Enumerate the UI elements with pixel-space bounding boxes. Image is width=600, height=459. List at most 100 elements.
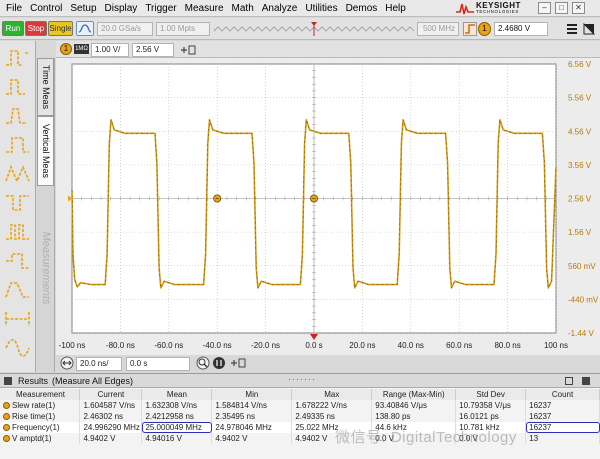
- waveform-display[interactable]: 6.56 V 5.56 V 4.56 V 3.56 V 2.56 V 1.56 V 560 …: [56, 58, 600, 355]
- waveform-shortcut-icon: [5, 282, 29, 298]
- side-tabs: Time Meas Vertical Meas Measurements: [36, 58, 55, 372]
- results-header-row: Measurement Current Mean Min Max Range (…: [0, 389, 600, 400]
- results-title: Results: [18, 376, 49, 386]
- maximize-button[interactable]: □: [555, 2, 568, 14]
- wechat-watermark: 微信号: DigitalTechnology: [335, 429, 517, 446]
- autoscale-button[interactable]: [76, 21, 94, 36]
- cell-max: 2.49335 ns: [291, 411, 373, 422]
- measurement-shortcut-button[interactable]: [3, 219, 33, 246]
- tab-vertical-meas[interactable]: Vertical Meas: [37, 116, 54, 186]
- measurement-shortcut-button[interactable]: [3, 74, 33, 101]
- measurement-shortcut-button[interactable]: [3, 190, 33, 217]
- measurement-shortcut-button[interactable]: [3, 306, 33, 333]
- col-range: Range (Max-Min): [371, 389, 457, 400]
- cell-min: 24.978046 MHz: [211, 422, 293, 433]
- measurement-shortcut-button[interactable]: [3, 248, 33, 275]
- menu-setup[interactable]: Setup: [66, 0, 100, 17]
- close-button[interactable]: ✕: [572, 2, 585, 14]
- waveform-shortcut-icon: [6, 79, 25, 95]
- add-channel-icon[interactable]: [180, 44, 196, 56]
- measurements-watermark: Measurements: [37, 208, 54, 328]
- stack-icon[interactable]: [566, 23, 578, 35]
- cell-count: 13: [525, 433, 600, 444]
- cell-current: 4.9402 V: [79, 433, 143, 444]
- measurement-shortcut-button[interactable]: [3, 277, 33, 304]
- single-button[interactable]: Single: [48, 21, 73, 36]
- cell-current: 24.996290 MHz: [79, 422, 143, 433]
- add-timebase-icon[interactable]: [230, 357, 246, 369]
- cell-current: 2.46302 ns: [79, 411, 143, 422]
- x-tick-label: -60.0 ns: [154, 341, 183, 350]
- sample-rate-field[interactable]: 20.0 GSa/s: [97, 22, 153, 36]
- results-subtitle: (Measure All Edges): [52, 376, 134, 386]
- measurement-shortcut-button[interactable]: [3, 45, 33, 72]
- menu-control[interactable]: Control: [26, 0, 66, 17]
- fullscreen-icon[interactable]: [583, 23, 595, 35]
- y-tick-label: 6.56 V: [568, 60, 592, 69]
- measurement-shortcut-button[interactable]: [3, 132, 33, 159]
- col-count: Count: [525, 389, 600, 400]
- table-row[interactable]: Rise time(1) 2.46302 ns 2.4212958 ns 2.3…: [0, 411, 600, 422]
- tab-time-meas[interactable]: Time Meas: [37, 58, 54, 116]
- cell-measurement: V amptd(1): [0, 433, 81, 444]
- pan-icon[interactable]: [212, 356, 226, 370]
- channel-bar: 1 1MΩ 1.00 V/ 2.56 V: [56, 41, 600, 58]
- menu-measure[interactable]: Measure: [181, 0, 228, 17]
- horizontal-icon[interactable]: [60, 356, 74, 370]
- menu-analyze[interactable]: Analyze: [258, 0, 302, 17]
- cell-measurement: Rise time(1): [0, 411, 81, 422]
- results-menu-icon[interactable]: [582, 377, 590, 385]
- cell-mean: 2.4212958 ns: [141, 411, 213, 422]
- memory-depth-field[interactable]: 1.00 Mpts: [156, 22, 210, 36]
- menu-trigger[interactable]: Trigger: [141, 0, 180, 17]
- menu-file[interactable]: File: [0, 0, 26, 17]
- waveform-toolbar: [0, 41, 36, 372]
- impedance-badge: 1MΩ: [74, 44, 89, 54]
- menu-display[interactable]: Display: [101, 0, 142, 17]
- col-current: Current: [79, 389, 143, 400]
- keysight-logo: KEYSIGHT TECHNOLOGIES: [456, 1, 534, 16]
- menu-utilities[interactable]: Utilities: [301, 0, 341, 17]
- waveform-plot[interactable]: 6.56 V 5.56 V 4.56 V 3.56 V 2.56 V 1.56 V 560 …: [56, 58, 600, 355]
- acquisition-timeline: [214, 22, 414, 36]
- waveform-shortcut-icon: [6, 253, 29, 269]
- measurement-shortcut-button[interactable]: [3, 335, 33, 362]
- bandwidth-field[interactable]: 500 MHz: [417, 22, 459, 36]
- trigger-level-field[interactable]: 2.4680 V: [494, 22, 548, 36]
- trigger-edge-icon: [463, 22, 477, 36]
- drag-handle-icon[interactable]: ·······: [288, 372, 316, 386]
- x-tick-label: 20.0 ns: [349, 341, 375, 350]
- channel-1-button[interactable]: 1: [60, 43, 72, 55]
- results-collapse-icon[interactable]: [4, 377, 12, 385]
- cell-std-dev: 16.0121 ps: [455, 411, 527, 422]
- stop-button[interactable]: Stop: [25, 21, 47, 36]
- waveform-shortcut-icon: [5, 338, 30, 358]
- results-header: Results (Measure All Edges) ·······: [0, 374, 600, 388]
- channel-scale-field[interactable]: 1.00 V/: [91, 43, 129, 57]
- trigger-channel-button[interactable]: 1: [478, 22, 491, 36]
- measurement-name: V amptd(1): [12, 434, 52, 443]
- minimize-button[interactable]: –: [538, 2, 551, 14]
- trigger-time-marker[interactable]: [310, 334, 318, 340]
- table-row[interactable]: Slew rate(1) 1.604587 V/ns 1.632308 V/ns…: [0, 400, 600, 411]
- col-measurement: Measurement: [0, 389, 81, 400]
- timebase-delay-field[interactable]: 0.0 s: [126, 357, 190, 371]
- menu-help[interactable]: Help: [381, 0, 410, 17]
- x-tick-label: -20.0 ns: [251, 341, 280, 350]
- x-tick-label: -100 ns: [59, 341, 86, 350]
- results-restore-icon[interactable]: [565, 377, 573, 385]
- y-tick-label: -1.44 V: [568, 329, 594, 338]
- measurement-shortcut-button[interactable]: [3, 103, 33, 130]
- cell-mean: 4.94016 V: [141, 433, 213, 444]
- waveform-shortcut-icon: [6, 195, 29, 211]
- timebase-scale-field[interactable]: 20.0 ns/: [76, 357, 122, 371]
- cell-mean-highlighted: 25.000049 MHz: [141, 422, 213, 433]
- cell-measurement: Slew rate(1): [0, 400, 81, 411]
- channel-offset-field[interactable]: 2.56 V: [132, 43, 174, 57]
- run-button[interactable]: Run: [2, 21, 24, 36]
- zoom-icon[interactable]: [196, 356, 210, 370]
- measurement-name: Slew rate(1): [12, 401, 56, 410]
- measurement-shortcut-button[interactable]: [3, 161, 33, 188]
- menu-math[interactable]: Math: [228, 0, 258, 17]
- menu-demos[interactable]: Demos: [342, 0, 382, 17]
